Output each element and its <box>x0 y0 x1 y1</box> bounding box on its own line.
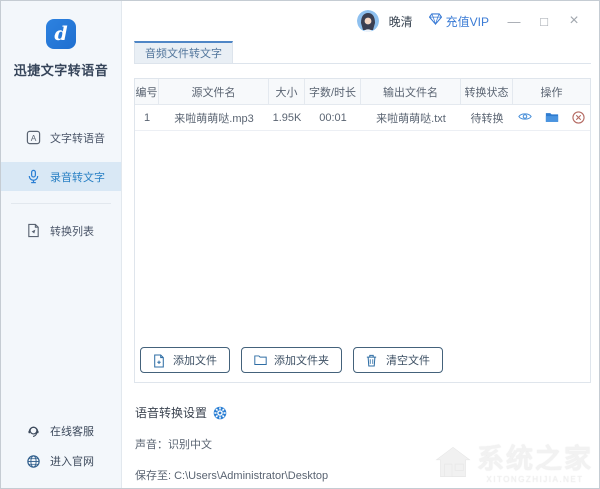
sidebar-nav: A 文字转语音 录音转文字 转换列表 <box>1 123 121 245</box>
sidebar-item-text-to-speech[interactable]: A 文字转语音 <box>1 123 121 152</box>
sidebar-item-label: 转换列表 <box>50 223 94 239</box>
customer-service-icon <box>26 424 41 439</box>
column-header-size: 大小 <box>269 79 305 104</box>
add-folder-button[interactable]: 添加文件夹 <box>241 347 342 373</box>
gem-icon <box>429 12 442 30</box>
row-status-badge: 待转换 <box>461 105 513 130</box>
minimize-button[interactable]: — <box>507 15 521 28</box>
row-duration: 00:01 <box>305 105 361 130</box>
svg-text:A: A <box>31 133 37 143</box>
conversion-settings: 语音转换设置 <box>134 404 591 483</box>
column-header-source: 源文件名 <box>159 79 269 104</box>
delete-circle-x-icon[interactable] <box>572 111 586 125</box>
username-label[interactable]: 晚清 <box>389 13 413 30</box>
add-file-label: 添加文件 <box>173 352 217 368</box>
open-folder-icon[interactable] <box>545 111 559 125</box>
table-empty-area <box>135 131 590 347</box>
sidebar-item-conversion-list[interactable]: 转换列表 <box>1 216 121 245</box>
column-header-operation: 操作 <box>513 79 590 104</box>
app-logo-icon: d <box>46 19 76 49</box>
sidebar-item-label: 文字转语音 <box>50 130 105 146</box>
row-output-filename: 来啦萌萌哒.txt <box>361 105 461 130</box>
voice-setting-line: 声音：识别中文 <box>135 436 591 452</box>
row-file-size: 1.95K <box>269 105 305 130</box>
sidebar-item-official-website[interactable]: 进入官网 <box>1 446 121 476</box>
sidebar-item-online-support[interactable]: 在线客服 <box>1 416 121 446</box>
file-table: 编号 源文件名 大小 字数/时长 输出文件名 转换状态 操作 1 来啦萌萌哒.m… <box>134 78 591 383</box>
tab-audio-file-to-text[interactable]: 音频文件转文字 <box>134 41 233 63</box>
folder-plus-icon <box>254 354 267 367</box>
close-button[interactable]: × <box>567 13 581 29</box>
sidebar-divider <box>11 203 111 204</box>
save-path-line: 保存至: C:\Users\Administrator\Desktop <box>135 467 591 483</box>
table-header-row: 编号 源文件名 大小 字数/时长 输出文件名 转换状态 操作 <box>135 79 590 105</box>
sidebar-item-label: 录音转文字 <box>50 169 105 185</box>
app-title: 迅捷文字转语音 <box>1 60 121 79</box>
column-header-duration: 字数/时长 <box>305 79 361 104</box>
website-globe-icon <box>26 454 41 469</box>
title-bar: 晚清 充值VIP — □ × <box>134 1 591 41</box>
sidebar-item-recording-to-text[interactable]: 录音转文字 <box>1 162 121 191</box>
user-avatar[interactable] <box>357 10 379 32</box>
column-header-status: 转换状态 <box>461 79 513 104</box>
table-row[interactable]: 1 来啦萌萌哒.mp3 1.95K 00:01 来啦萌萌哒.txt 待转换 <box>135 105 590 131</box>
sidebar-item-label: 在线客服 <box>50 423 94 439</box>
sidebar-footer: 在线客服 进入官网 <box>1 416 121 476</box>
app-window: d 迅捷文字转语音 A 文字转语音 录音转文字 转换列表 <box>0 0 600 489</box>
sidebar-item-label: 进入官网 <box>50 453 94 469</box>
tab-bar: 音频文件转文字 <box>134 41 591 64</box>
trash-icon <box>366 354 379 367</box>
row-source-filename: 来啦萌萌哒.mp3 <box>159 105 269 130</box>
column-header-output: 输出文件名 <box>361 79 461 104</box>
add-file-button[interactable]: 添加文件 <box>140 347 230 373</box>
preview-eye-icon[interactable] <box>518 111 532 125</box>
gear-icon[interactable] <box>213 406 227 420</box>
settings-title: 语音转换设置 <box>135 404 207 421</box>
file-actions: 添加文件 添加文件夹 清空文件 <box>135 347 590 382</box>
window-controls: — □ × <box>507 13 581 29</box>
file-plus-icon <box>153 354 166 367</box>
maximize-button[interactable]: □ <box>537 15 551 28</box>
text-to-speech-icon: A <box>26 130 41 145</box>
microphone-icon <box>26 169 41 184</box>
sidebar: d 迅捷文字转语音 A 文字转语音 录音转文字 转换列表 <box>1 1 122 488</box>
row-index: 1 <box>135 105 159 130</box>
add-folder-label: 添加文件夹 <box>274 352 329 368</box>
recharge-vip-button[interactable]: 充值VIP <box>429 12 489 30</box>
column-header-index: 编号 <box>135 79 159 104</box>
clear-files-label: 清空文件 <box>386 352 430 368</box>
vip-label: 充值VIP <box>446 13 489 30</box>
row-operations <box>513 105 590 130</box>
clear-files-button[interactable]: 清空文件 <box>353 347 443 373</box>
conversion-list-icon <box>26 223 41 238</box>
main-panel: 晚清 充值VIP — □ × 音频文件转文字 编号 源文件名 大小 字数/时长 <box>122 1 599 488</box>
